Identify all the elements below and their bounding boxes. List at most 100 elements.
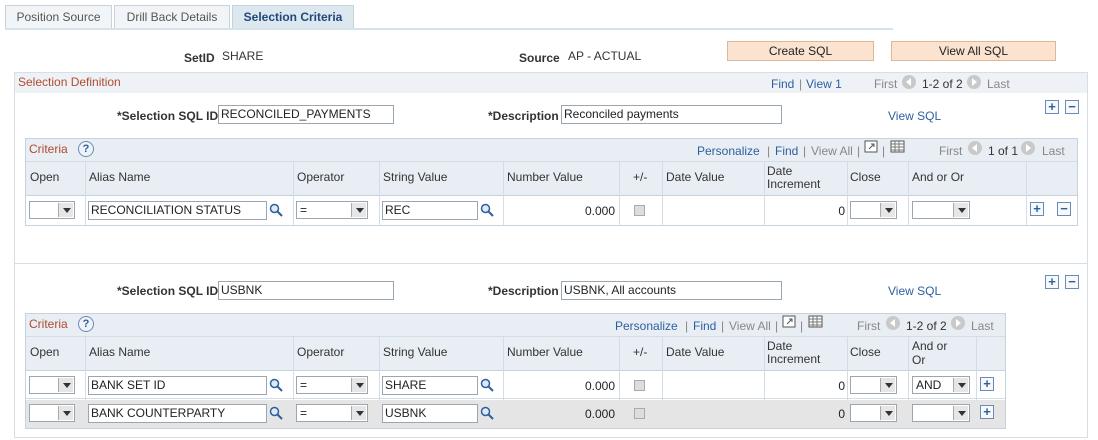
plus-minus-checkbox[interactable]	[634, 205, 645, 216]
search-icon[interactable]	[269, 378, 283, 392]
description-input[interactable]: Reconciled payments	[561, 105, 782, 124]
separator: |	[803, 144, 807, 158]
add-row-icon[interactable]: +	[980, 405, 994, 419]
view-sql-link[interactable]: View SQL	[888, 109, 941, 123]
alias-input[interactable]: BANK SET ID	[88, 376, 267, 395]
sql-id-input[interactable]: RECONCILED_PAYMENTS	[218, 105, 394, 124]
view-all-link[interactable]: View All	[811, 144, 853, 158]
grid-first: First	[939, 144, 963, 158]
delete-row-icon[interactable]: −	[1065, 100, 1079, 114]
col-date: Date Value	[666, 345, 725, 359]
and-or-select[interactable]: AND	[912, 376, 970, 394]
open-select[interactable]	[29, 404, 75, 422]
date-increment-value[interactable]: 0	[766, 407, 845, 421]
col-string: String Value	[383, 345, 448, 359]
add-row-icon[interactable]: +	[1045, 275, 1059, 289]
number-value[interactable]: 0.000	[508, 407, 615, 421]
definition-view1-link[interactable]: View 1	[806, 77, 842, 91]
operator-select[interactable]: =	[296, 376, 368, 394]
operator-select[interactable]: =	[296, 404, 368, 422]
spreadsheet-icon[interactable]	[890, 140, 905, 153]
definition-last: Last	[987, 77, 1010, 91]
col-pm: +/-	[633, 345, 648, 359]
grid-last: Last	[971, 319, 994, 333]
plus-minus-checkbox[interactable]	[634, 380, 645, 391]
and-or-select[interactable]	[912, 201, 970, 219]
string-value-input[interactable]: USBNK	[382, 404, 478, 423]
table-row: RECONCILIATION STATUS = REC 0.000 0 + −	[26, 197, 1077, 225]
prev-icon[interactable]	[968, 141, 982, 155]
grid-last: Last	[1042, 144, 1065, 158]
col-date-increment: Date Increment	[767, 339, 821, 366]
prev-icon[interactable]	[886, 316, 900, 330]
search-icon[interactable]	[480, 406, 494, 420]
close-select[interactable]	[850, 404, 897, 422]
source-label: Source	[519, 51, 560, 65]
col-date-increment: Date Increment	[767, 164, 821, 191]
create-sql-button[interactable]: Create SQL	[727, 41, 874, 61]
view-sql-link[interactable]: View SQL	[888, 284, 941, 298]
operator-select[interactable]: =	[296, 201, 368, 219]
tab-underline	[5, 28, 893, 30]
find-link[interactable]: Find	[775, 144, 798, 158]
number-value[interactable]: 0.000	[508, 379, 615, 393]
view-all-sql-button[interactable]: View All SQL	[891, 41, 1056, 61]
grid-count: 1 of 1	[988, 144, 1019, 158]
zoom-icon[interactable]	[782, 315, 797, 329]
add-row-icon[interactable]: +	[980, 377, 994, 391]
col-open: Open	[30, 170, 60, 184]
next-icon[interactable]	[967, 75, 981, 89]
string-value-input[interactable]: SHARE	[382, 376, 478, 395]
definition-find-link[interactable]: Find	[771, 77, 794, 91]
spreadsheet-icon[interactable]	[808, 315, 823, 328]
separator: |	[800, 319, 804, 333]
and-or-select[interactable]	[912, 404, 970, 422]
alias-input[interactable]: BANK COUNTERPARTY	[88, 404, 267, 423]
definition-first: First	[874, 77, 898, 91]
col-close: Close	[850, 170, 881, 184]
criteria-header-1	[26, 139, 1077, 196]
col-number: Number Value	[507, 170, 583, 184]
tab-selection-criteria[interactable]: Selection Criteria	[232, 5, 354, 29]
add-row-icon[interactable]: +	[1030, 202, 1044, 216]
string-value-input[interactable]: REC	[382, 201, 478, 220]
personalize-link[interactable]: Personalize	[697, 144, 760, 158]
tab-drill-back-details[interactable]: Drill Back Details	[114, 5, 230, 29]
delete-row-icon[interactable]: −	[1065, 275, 1079, 289]
grid-first: First	[857, 319, 881, 333]
date-increment-value[interactable]: 0	[766, 379, 845, 393]
find-link[interactable]: Find	[693, 319, 716, 333]
date-increment-value[interactable]: 0	[766, 204, 845, 218]
close-select[interactable]	[850, 201, 897, 219]
prev-icon[interactable]	[902, 75, 916, 89]
alias-input[interactable]: RECONCILIATION STATUS	[88, 201, 267, 220]
sql-id-input[interactable]: USBNK	[218, 281, 394, 300]
search-icon[interactable]	[269, 203, 283, 217]
open-select[interactable]	[29, 376, 75, 394]
col-pm: +/-	[633, 170, 648, 184]
add-row-icon[interactable]: +	[1045, 100, 1059, 114]
divider	[26, 161, 1077, 162]
close-select[interactable]	[850, 376, 897, 394]
search-icon[interactable]	[269, 406, 283, 420]
personalize-link[interactable]: Personalize	[615, 319, 678, 333]
col-and-or: And or	[912, 339, 948, 353]
search-icon[interactable]	[480, 203, 494, 217]
search-icon[interactable]	[480, 378, 494, 392]
zoom-icon[interactable]	[864, 140, 879, 154]
next-icon[interactable]	[951, 316, 965, 330]
description-input[interactable]: USBNK, All accounts	[561, 281, 782, 300]
next-icon[interactable]	[1021, 141, 1035, 155]
col-open: Open	[30, 345, 60, 359]
view-all-link[interactable]: View All	[729, 319, 771, 333]
plus-minus-checkbox[interactable]	[634, 408, 645, 419]
open-select[interactable]	[29, 201, 75, 219]
delete-row-icon[interactable]: −	[1057, 202, 1071, 216]
help-icon[interactable]: ?	[78, 316, 94, 332]
help-icon[interactable]: ?	[78, 141, 94, 157]
tab-position-source[interactable]: Position Source	[5, 5, 112, 29]
col-string: String Value	[383, 170, 448, 184]
definition-count: 1-2 of 2	[922, 77, 963, 91]
criteria-title: Criteria	[29, 317, 68, 331]
number-value[interactable]: 0.000	[508, 204, 615, 218]
